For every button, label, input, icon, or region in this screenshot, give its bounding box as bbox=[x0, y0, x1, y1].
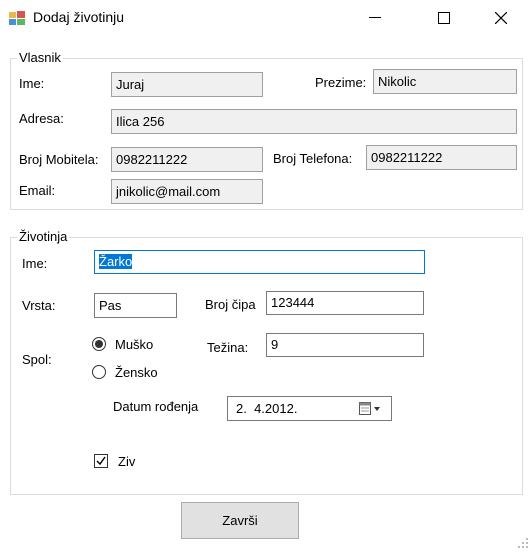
sex-label: Spol: bbox=[22, 352, 52, 367]
weight-input[interactable]: 9 bbox=[266, 333, 424, 357]
birth-date-value: 2. 4.2012. bbox=[236, 401, 298, 416]
owner-phone-field[interactable]: 0982211222 bbox=[366, 145, 517, 170]
maximize-button[interactable] bbox=[421, 0, 467, 36]
owner-email-label: Email: bbox=[19, 183, 56, 198]
owner-first-name-field[interactable]: Juraj bbox=[111, 72, 263, 97]
radio-selected-dot bbox=[95, 340, 103, 348]
animal-name-value: Žarko bbox=[99, 254, 133, 269]
app-icon bbox=[9, 11, 25, 25]
owner-first-name-label: Ime: bbox=[19, 76, 45, 91]
male-radio-label[interactable]: Muško bbox=[115, 337, 153, 352]
checkmark-icon bbox=[96, 456, 106, 466]
owner-email-field[interactable]: jnikolic@mail.com bbox=[111, 179, 263, 204]
owner-mobile-label: Broj Mobitela: bbox=[19, 152, 99, 167]
zivotinja-legend: Životinja bbox=[17, 229, 70, 244]
finish-button[interactable]: Završi bbox=[181, 502, 299, 539]
owner-address-field[interactable]: Ilica 256 bbox=[111, 109, 517, 134]
vlasnik-legend: Vlasnik bbox=[17, 50, 63, 65]
owner-last-name-label: Prezime: bbox=[315, 75, 367, 90]
window-title: Dodaj životinju bbox=[33, 9, 125, 25]
species-label: Vrsta: bbox=[22, 298, 56, 313]
zivotinja-group bbox=[10, 237, 523, 495]
female-radio[interactable] bbox=[92, 365, 106, 379]
title-bar[interactable]: Dodaj životinju bbox=[0, 0, 531, 36]
species-input[interactable]: Pas bbox=[94, 293, 177, 318]
owner-last-name-field[interactable]: Nikolic bbox=[373, 69, 517, 94]
male-radio[interactable] bbox=[92, 337, 106, 351]
birth-date-label: Datum rođenja bbox=[113, 399, 199, 414]
alive-checkbox-label[interactable]: Ziv bbox=[118, 454, 135, 469]
close-button[interactable] bbox=[478, 0, 524, 36]
owner-address-label: Adresa: bbox=[19, 111, 64, 126]
owner-mobile-field[interactable]: 0982211222 bbox=[111, 147, 263, 172]
animal-name-label: Ime: bbox=[22, 256, 48, 271]
birth-date-picker[interactable]: 2. 4.2012. bbox=[227, 396, 392, 421]
female-radio-label[interactable]: Žensko bbox=[115, 365, 158, 380]
weight-label: Težina: bbox=[207, 340, 249, 355]
calendar-dropdown-icon[interactable] bbox=[359, 402, 383, 419]
alive-checkbox[interactable] bbox=[94, 454, 108, 468]
chip-number-label: Broj čipa bbox=[205, 297, 256, 312]
minimize-button[interactable] bbox=[352, 0, 398, 36]
chip-number-input[interactable]: 123444 bbox=[266, 291, 424, 315]
owner-phone-label: Broj Telefona: bbox=[273, 151, 353, 166]
animal-name-input[interactable]: Žarko bbox=[94, 250, 425, 274]
